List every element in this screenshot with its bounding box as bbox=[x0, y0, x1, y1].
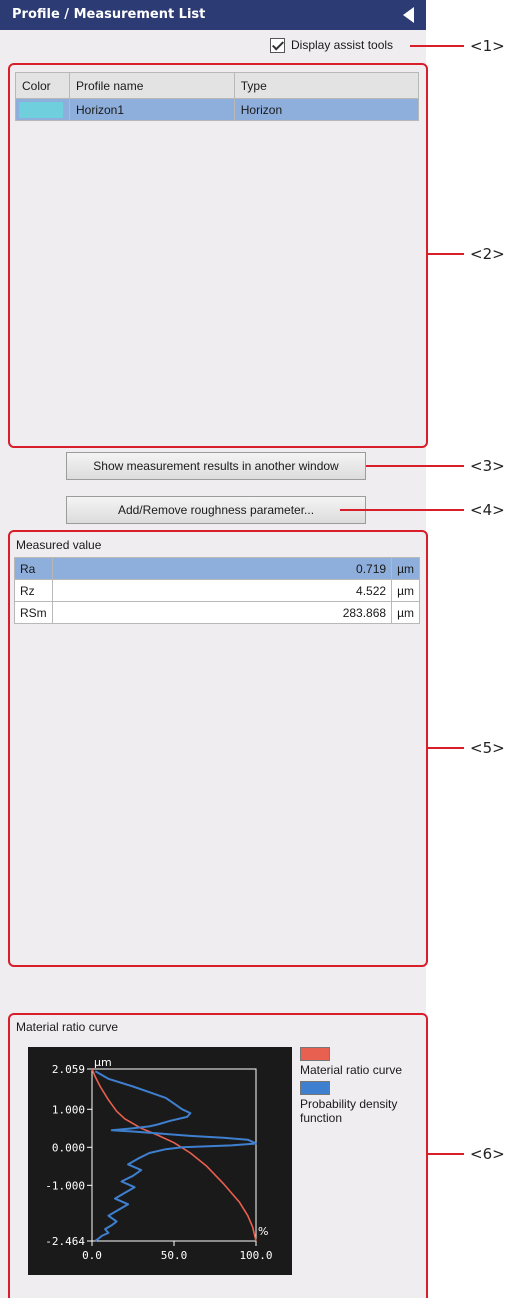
add-remove-roughness-parameter-button[interactable]: Add/Remove roughness parameter... bbox=[66, 496, 366, 524]
callout-label-3: <3> bbox=[470, 457, 505, 475]
callout-line-4 bbox=[340, 509, 464, 511]
callout-line-2 bbox=[428, 253, 464, 255]
callout-label-4: <4> bbox=[470, 501, 505, 519]
callout-label-1: <1> bbox=[470, 37, 505, 55]
panel-title: Profile / Measurement List bbox=[12, 7, 206, 22]
callout-frame-material-ratio bbox=[8, 1013, 428, 1298]
display-assist-tools-toggle[interactable]: Display assist tools bbox=[270, 36, 393, 54]
checkbox-checked-icon[interactable] bbox=[270, 37, 285, 53]
display-assist-tools-label: Display assist tools bbox=[291, 38, 394, 52]
callout-frame-profile-list bbox=[8, 63, 428, 448]
panel-titlebar: Profile / Measurement List bbox=[0, 0, 426, 30]
callout-label-6: <6> bbox=[470, 1145, 505, 1163]
callout-label-5: <5> bbox=[470, 739, 505, 757]
callout-line-1 bbox=[410, 45, 464, 47]
callout-line-6 bbox=[428, 1153, 464, 1155]
callout-frame-measured-value bbox=[8, 530, 428, 967]
callout-line-5 bbox=[428, 747, 464, 749]
callout-label-2: <2> bbox=[470, 245, 505, 263]
show-results-window-button[interactable]: Show measurement results in another wind… bbox=[66, 452, 366, 480]
callout-line-3 bbox=[366, 465, 464, 467]
collapse-arrow-icon[interactable] bbox=[403, 7, 414, 23]
